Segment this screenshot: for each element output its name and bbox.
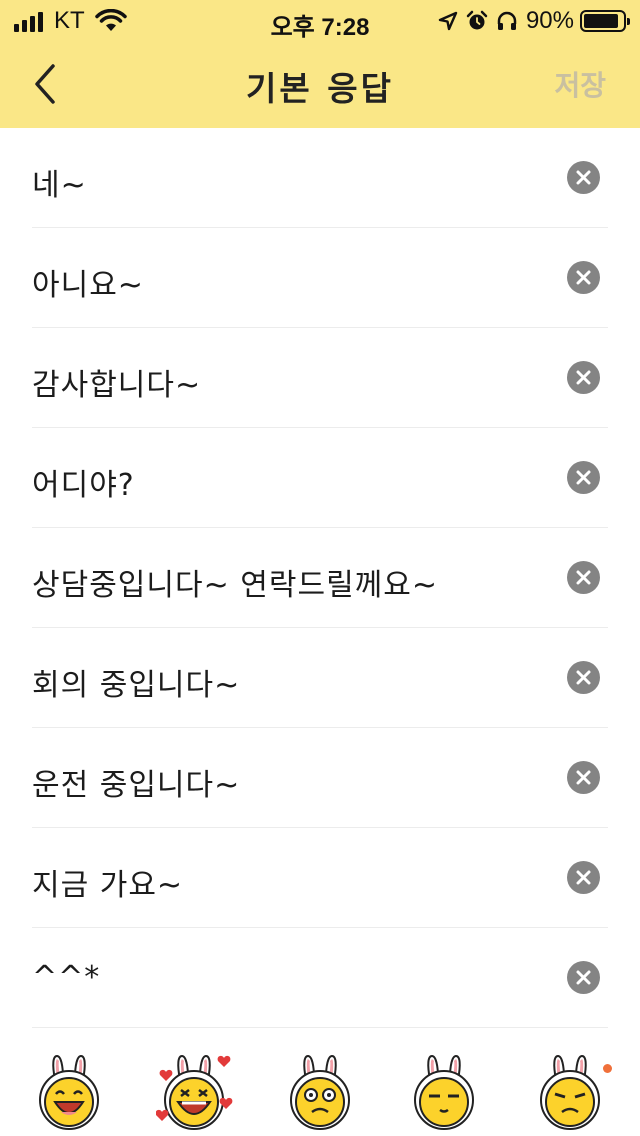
response-text: 아니요~ xyxy=(32,268,144,303)
delete-button[interactable] xyxy=(567,761,600,794)
battery-icon xyxy=(580,10,630,32)
close-icon xyxy=(576,270,591,285)
response-text: 운전 중입니다~ xyxy=(32,768,241,803)
close-icon xyxy=(576,170,591,185)
heart-bunny-emoticon[interactable] xyxy=(156,1050,236,1130)
dizzy-bunny-emoticon[interactable] xyxy=(286,1050,354,1130)
close-icon xyxy=(576,770,591,785)
smug-bunny-emoticon[interactable] xyxy=(410,1050,478,1130)
location-arrow-icon xyxy=(438,11,458,31)
grumpy-bunny-emoticon[interactable] xyxy=(536,1050,604,1130)
close-icon xyxy=(576,970,591,985)
response-item[interactable]: 회의 중입니다~ xyxy=(32,628,608,728)
delete-button[interactable] xyxy=(567,561,600,594)
delete-button[interactable] xyxy=(567,361,600,394)
response-item[interactable]: 상담중입니다~ 연락드릴께요~ xyxy=(32,528,608,628)
delete-button[interactable] xyxy=(567,961,600,994)
response-list: 네~ 아니요~ 감사합니다~ 어디야? 상담중입니다~ 연락드릴께요~ 회의 중입니다~ 운… xyxy=(0,128,640,1028)
response-text: 회의 중입니다~ xyxy=(32,668,241,703)
delete-button[interactable] xyxy=(567,261,600,294)
response-item[interactable]: 아니요~ xyxy=(32,228,608,328)
status-right: 90% xyxy=(438,7,630,35)
new-badge-dot xyxy=(603,1064,612,1073)
response-item[interactable]: 어디야? xyxy=(32,428,608,528)
page-title: 기본 응답 xyxy=(246,69,394,108)
navigation-bar: 기본 응답 저장 xyxy=(0,40,640,128)
headphones-icon xyxy=(497,11,517,30)
delete-button[interactable] xyxy=(567,861,600,894)
response-item[interactable]: 감사합니다~ xyxy=(32,328,608,428)
response-text: 네~ xyxy=(32,168,87,203)
emoticon-bar xyxy=(0,1042,640,1136)
response-item[interactable]: 네~ xyxy=(32,128,608,228)
alarm-icon xyxy=(466,10,488,30)
close-icon xyxy=(576,870,591,885)
response-text: 지금 가요~ xyxy=(32,868,184,903)
close-icon xyxy=(576,470,591,485)
response-text: 감사합니다~ xyxy=(32,368,202,403)
response-item[interactable]: 지금 가요~ xyxy=(32,828,608,928)
delete-button[interactable] xyxy=(567,661,600,694)
save-button[interactable]: 저장 xyxy=(554,64,606,104)
close-icon xyxy=(576,670,591,685)
delete-button[interactable] xyxy=(567,461,600,494)
close-icon xyxy=(576,370,591,385)
response-item[interactable]: 운전 중입니다~ xyxy=(32,728,608,828)
response-text: 상담중입니다~ 연락드릴께요~ xyxy=(32,568,439,603)
battery-percent: 90% xyxy=(525,7,574,34)
laughing-bunny-emoticon[interactable] xyxy=(35,1050,103,1130)
response-item[interactable]: ^^* xyxy=(32,928,608,1028)
delete-button[interactable] xyxy=(567,161,600,194)
response-text: ^^* xyxy=(32,960,101,995)
status-bar: KT 오후 7:28 90% xyxy=(0,0,640,41)
battery-fill xyxy=(584,14,619,28)
response-text: 어디야? xyxy=(32,468,135,503)
close-icon xyxy=(576,570,591,585)
